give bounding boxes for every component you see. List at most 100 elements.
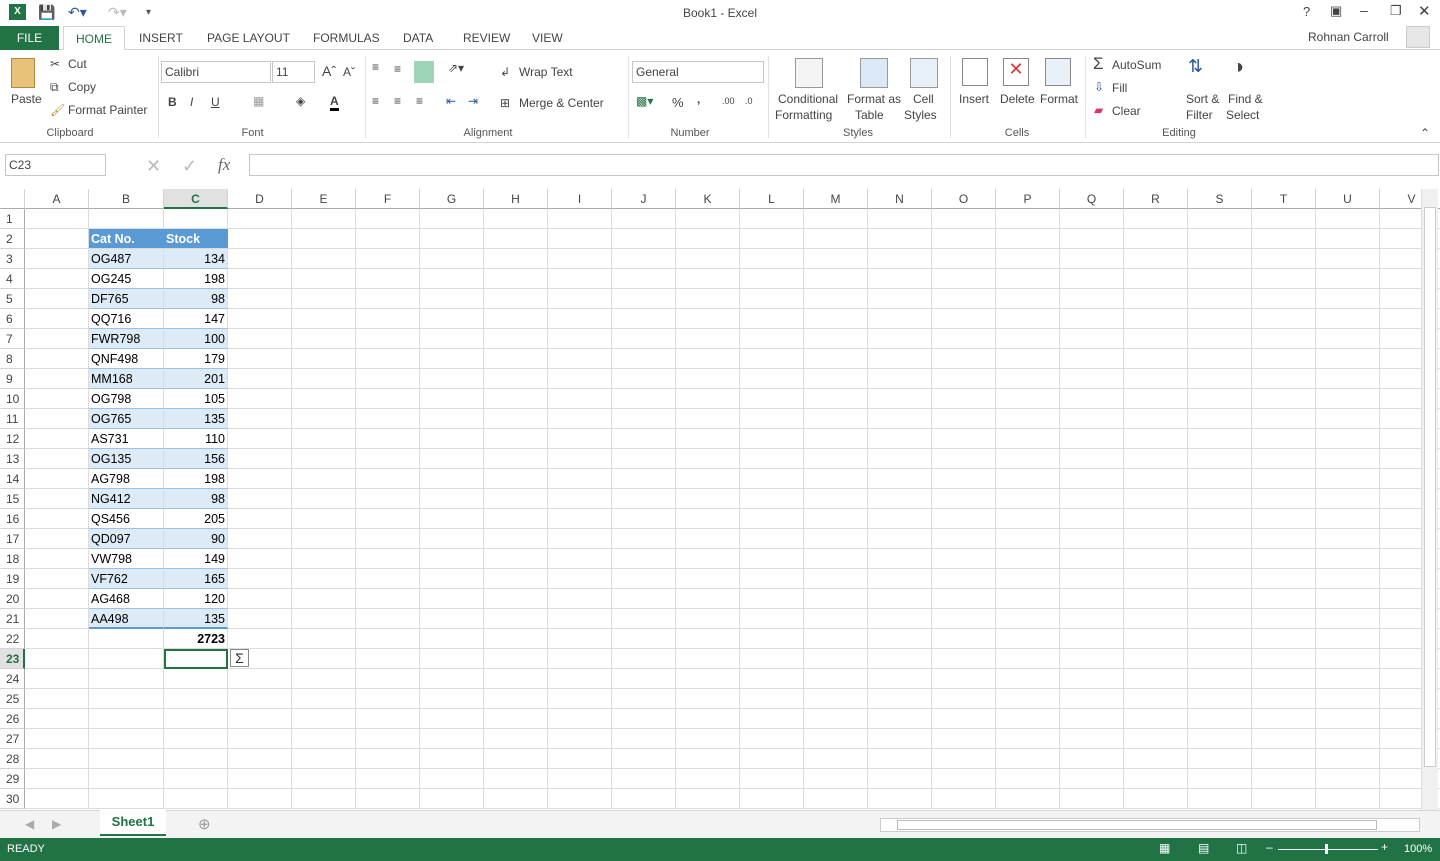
cell-n4[interactable]	[868, 269, 932, 289]
increase-indent-icon[interactable]: ⇥	[468, 94, 478, 108]
cell-n20[interactable]	[868, 589, 932, 609]
cell-f25[interactable]	[356, 689, 420, 709]
column-header-l[interactable]: L	[740, 189, 804, 209]
cell-d29[interactable]	[228, 769, 292, 789]
cell-f19[interactable]	[356, 569, 420, 589]
sort-filter-icon[interactable]: ⇅	[1188, 56, 1203, 77]
cell-g11[interactable]	[420, 409, 484, 429]
cell-q16[interactable]	[1060, 509, 1124, 529]
cell-p26[interactable]	[996, 709, 1060, 729]
cell-k20[interactable]	[676, 589, 740, 609]
restore-button[interactable]: ❐	[1390, 3, 1402, 19]
cell-g26[interactable]	[420, 709, 484, 729]
tab-page-layout[interactable]: PAGE LAYOUT	[195, 26, 302, 50]
cell-styles-icon[interactable]	[910, 58, 938, 88]
cell-m26[interactable]	[804, 709, 868, 729]
cell-m2[interactable]	[804, 229, 868, 249]
zoom-out-button[interactable]: –	[1266, 840, 1273, 854]
cell-a15[interactable]	[25, 489, 89, 509]
cell-p20[interactable]	[996, 589, 1060, 609]
cell-r8[interactable]	[1124, 349, 1188, 369]
cell-s23[interactable]	[1188, 649, 1252, 669]
cell-l28[interactable]	[740, 749, 804, 769]
cell-s15[interactable]	[1188, 489, 1252, 509]
cell-k7[interactable]	[676, 329, 740, 349]
cell-e3[interactable]	[292, 249, 356, 269]
cell-j3[interactable]	[612, 249, 676, 269]
cell-j30[interactable]	[612, 789, 676, 809]
cell-t25[interactable]	[1252, 689, 1316, 709]
cell-k17[interactable]	[676, 529, 740, 549]
cell-q30[interactable]	[1060, 789, 1124, 809]
cell-f11[interactable]	[356, 409, 420, 429]
conditional-formatting-label[interactable]: Formatting	[775, 108, 832, 122]
prev-sheet-icon[interactable]: ◀	[25, 817, 34, 831]
column-header-g[interactable]: G	[420, 189, 484, 209]
cell-f27[interactable]	[356, 729, 420, 749]
clear-button[interactable]: Clear	[1112, 104, 1141, 118]
cell-h23[interactable]	[484, 649, 548, 669]
cell-n24[interactable]	[868, 669, 932, 689]
paste-icon[interactable]	[11, 58, 35, 88]
cell-o11[interactable]	[932, 409, 996, 429]
cell-l20[interactable]	[740, 589, 804, 609]
cell-a1[interactable]	[25, 209, 89, 229]
cell-r5[interactable]	[1124, 289, 1188, 309]
cell-e8[interactable]	[292, 349, 356, 369]
user-name[interactable]: Rohnan Carroll	[1308, 30, 1389, 44]
cell-s27[interactable]	[1188, 729, 1252, 749]
middle-align-icon[interactable]: ≡	[394, 62, 401, 76]
cell-m9[interactable]	[804, 369, 868, 389]
cell-b24[interactable]	[89, 669, 164, 689]
sort-filter-label[interactable]: Filter	[1186, 108, 1213, 122]
cell-s26[interactable]	[1188, 709, 1252, 729]
cell-s9[interactable]	[1188, 369, 1252, 389]
cell-o1[interactable]	[932, 209, 996, 229]
number-format-select[interactable]: General	[632, 61, 764, 83]
row-header-2[interactable]: 2	[0, 229, 25, 249]
cell-o27[interactable]	[932, 729, 996, 749]
formula-input[interactable]	[249, 154, 1439, 176]
cell-g1[interactable]	[420, 209, 484, 229]
cell-p6[interactable]	[996, 309, 1060, 329]
cell-s22[interactable]	[1188, 629, 1252, 649]
cell-j21[interactable]	[612, 609, 676, 629]
cell-t17[interactable]	[1252, 529, 1316, 549]
cell-q20[interactable]	[1060, 589, 1124, 609]
cell-f5[interactable]	[356, 289, 420, 309]
cell-r9[interactable]	[1124, 369, 1188, 389]
minimize-button[interactable]: –	[1360, 2, 1368, 18]
cell-m23[interactable]	[804, 649, 868, 669]
cell-p12[interactable]	[996, 429, 1060, 449]
cell-q8[interactable]	[1060, 349, 1124, 369]
cell-u18[interactable]	[1316, 549, 1380, 569]
tab-data[interactable]: DATA	[391, 26, 445, 50]
cell-l16[interactable]	[740, 509, 804, 529]
cell-k8[interactable]	[676, 349, 740, 369]
cell-b13[interactable]: OG135	[89, 449, 164, 469]
cell-p7[interactable]	[996, 329, 1060, 349]
cell-m14[interactable]	[804, 469, 868, 489]
cell-q2[interactable]	[1060, 229, 1124, 249]
fill-color-icon[interactable]: ◈	[296, 94, 305, 108]
row-header-16[interactable]: 16	[0, 509, 25, 529]
find-select-label[interactable]: Select	[1226, 108, 1259, 122]
cell-c21[interactable]: 135	[164, 609, 228, 629]
cell-d10[interactable]	[228, 389, 292, 409]
grow-font-icon[interactable]: Aˆ	[322, 63, 336, 79]
page-break-view-icon[interactable]: ◫	[1236, 841, 1247, 855]
cell-n18[interactable]	[868, 549, 932, 569]
cell-h9[interactable]	[484, 369, 548, 389]
sort-filter-button[interactable]: Sort &	[1186, 92, 1219, 106]
wrap-text-icon[interactable]: ↲	[500, 65, 510, 79]
cell-t28[interactable]	[1252, 749, 1316, 769]
cell-s6[interactable]	[1188, 309, 1252, 329]
cell-g25[interactable]	[420, 689, 484, 709]
cell-l9[interactable]	[740, 369, 804, 389]
insert-cells-icon[interactable]	[962, 58, 988, 86]
cell-t14[interactable]	[1252, 469, 1316, 489]
insert-function-button[interactable]: fx	[218, 155, 230, 175]
cell-p5[interactable]	[996, 289, 1060, 309]
cell-r15[interactable]	[1124, 489, 1188, 509]
cell-j6[interactable]	[612, 309, 676, 329]
